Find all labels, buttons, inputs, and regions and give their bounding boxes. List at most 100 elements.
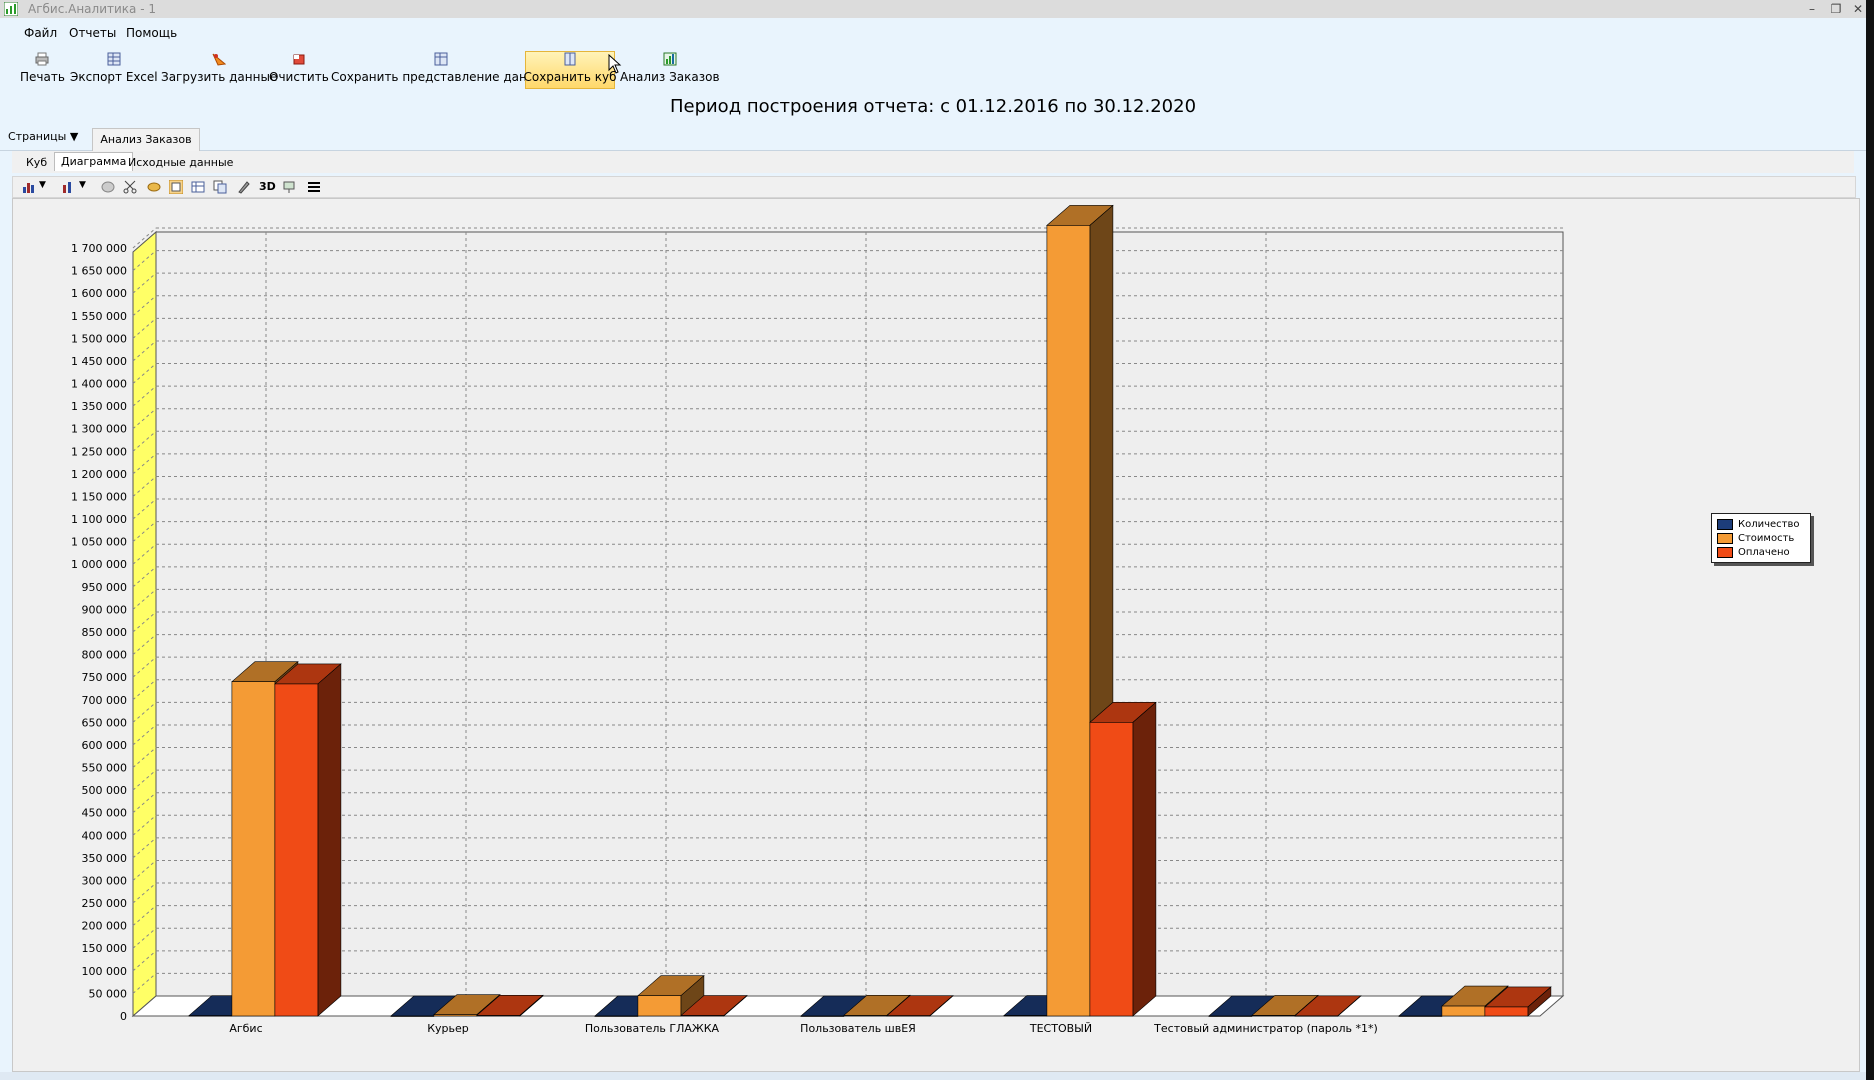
- menu-file[interactable]: Файл: [24, 26, 57, 40]
- cube-icon: [564, 52, 576, 66]
- minimize-icon[interactable]: –: [1802, 0, 1822, 18]
- bar: [433, 1014, 478, 1017]
- y-tick-label: 900 000: [82, 603, 128, 616]
- legend-label: Оплачено: [1738, 546, 1790, 558]
- y-tick-label: 800 000: [82, 649, 128, 662]
- y-tick-label: 850 000: [82, 626, 128, 639]
- x-tick-label: Пользователь ГЛАЖКА: [585, 1022, 720, 1035]
- load-data-label: Загрузить данные: [161, 70, 278, 84]
- y-tick-label: 1 050 000: [71, 536, 127, 549]
- chart-type-dropdown-icon[interactable]: ▼: [39, 180, 53, 194]
- view-subtabs: Куб Диаграмма Исходные данные: [12, 151, 1854, 173]
- palette-icon[interactable]: [101, 180, 115, 194]
- legend-label: Количество: [1738, 518, 1800, 530]
- bar: [1398, 1015, 1443, 1017]
- export-icon[interactable]: [213, 180, 227, 194]
- chart-legend: Количество Стоимость Оплачено: [1711, 513, 1811, 563]
- bar: [231, 681, 276, 1017]
- series-type-icon[interactable]: [61, 180, 75, 194]
- restore-icon[interactable]: ❐: [1826, 0, 1846, 18]
- window-title: Агбис.Аналитика - 1: [28, 2, 156, 16]
- order-analysis-label: Анализ Заказов: [620, 70, 720, 84]
- grid-toggle-icon[interactable]: [169, 180, 183, 194]
- print-button[interactable]: Печать: [20, 52, 65, 88]
- menu-reports[interactable]: Отчеты: [69, 26, 116, 40]
- y-tick-label: 100 000: [82, 965, 128, 978]
- x-tick-label: Пользователь швЕЯ: [800, 1022, 916, 1035]
- y-tick-label: 350 000: [82, 852, 128, 865]
- y-tick-label: 250 000: [82, 897, 128, 910]
- y-tick-label: 1 450 000: [71, 355, 127, 368]
- y-tick-label: 1 100 000: [71, 513, 127, 526]
- save-cube-button[interactable]: Сохранить куб: [523, 51, 617, 89]
- bar: [594, 1015, 639, 1017]
- toggle-3d-button[interactable]: 3D: [259, 180, 277, 194]
- x-tick-label: Агбис: [229, 1022, 262, 1035]
- table-icon[interactable]: [191, 180, 205, 194]
- x-tick-label: ТЕСТОВЫЙ: [1029, 1022, 1092, 1035]
- close-icon[interactable]: ✕: [1848, 0, 1868, 18]
- y-tick-label: 500 000: [82, 784, 128, 797]
- load-data-button[interactable]: Загрузить данные: [161, 52, 277, 88]
- save-cube-label: Сохранить куб: [523, 70, 617, 84]
- plot-back-wall: [155, 231, 1564, 997]
- export-excel-button[interactable]: Экспорт Excel: [70, 52, 158, 88]
- bar: [1294, 1015, 1339, 1017]
- bar: [1046, 225, 1091, 1017]
- y-tick-label: 1 550 000: [71, 310, 127, 323]
- bar: [1251, 1015, 1296, 1017]
- save-view-icon: [434, 52, 448, 66]
- x-tick-label: Тестовый администратор (пароль *1*): [1153, 1022, 1378, 1035]
- eraser-icon: [293, 54, 305, 65]
- y-tick-label: 550 000: [82, 762, 128, 775]
- y-tick-label: 1 650 000: [71, 265, 127, 278]
- legend-toggle-icon[interactable]: [307, 180, 321, 194]
- pages-dropdown[interactable]: Страницы ▼: [8, 130, 78, 143]
- legend-item: Количество: [1717, 518, 1800, 530]
- chart-toolbar: ▼ ▼ 3D: [12, 176, 1856, 198]
- y-tick-label: 300 000: [82, 874, 128, 887]
- print-label: Печать: [20, 70, 65, 84]
- y-tick-label: 1 150 000: [71, 490, 127, 503]
- window-edge: [1866, 0, 1874, 1080]
- tab-order-analysis[interactable]: Анализ Заказов: [92, 128, 200, 151]
- legend-item: Стоимость: [1717, 532, 1794, 544]
- copy-icon[interactable]: [147, 180, 161, 194]
- save-view-label: Сохранить представление данных: [331, 70, 552, 84]
- order-analysis-button[interactable]: Анализ Заказов: [620, 52, 720, 88]
- pages-bar: Страницы ▼ Анализ Заказов: [0, 128, 1866, 151]
- mouse-cursor-icon: [608, 54, 622, 74]
- monitor-icon[interactable]: [283, 180, 297, 194]
- y-tick-label: 650 000: [82, 716, 128, 729]
- y-tick-label: 400 000: [82, 829, 128, 842]
- title-bar: Агбис.Аналитика - 1 – ❐ ✕: [0, 0, 1866, 18]
- menu-help[interactable]: Помощь: [126, 26, 177, 40]
- chart-type-icon[interactable]: [21, 180, 35, 194]
- load-data-icon: [212, 53, 227, 66]
- legend-item: Оплачено: [1717, 546, 1790, 558]
- save-view-button[interactable]: Сохранить представление данных: [331, 52, 551, 88]
- clear-button[interactable]: Очистить: [269, 52, 329, 88]
- y-tick-label: 150 000: [82, 942, 128, 955]
- x-tick-label: Курьер: [427, 1022, 469, 1035]
- bar-side: [1132, 701, 1157, 1017]
- edit-chart-icon[interactable]: [237, 180, 251, 194]
- bar: [637, 995, 682, 1017]
- legend-swatch: [1717, 518, 1733, 530]
- chevron-down-icon: ▼: [69, 130, 79, 143]
- excel-grid-icon: [107, 52, 121, 66]
- bar: [274, 683, 319, 1017]
- bar: [476, 1015, 521, 1017]
- scissors-icon[interactable]: [123, 180, 137, 194]
- app-chart-icon: [4, 2, 18, 16]
- y-tick-label: 750 000: [82, 671, 128, 684]
- bar: [886, 1015, 931, 1017]
- subtab-cube[interactable]: Куб: [20, 154, 53, 172]
- main-toolbar: Печать Экспорт Excel Загрузить данные Оч…: [0, 48, 1866, 89]
- bar: [1208, 1015, 1253, 1017]
- report-period-title: Период построения отчета: с 01.12.2016 п…: [669, 96, 1197, 117]
- status-strip: [0, 1072, 1866, 1080]
- subtab-source-data[interactable]: Исходные данные: [122, 154, 239, 172]
- series-type-dropdown-icon[interactable]: ▼: [79, 180, 93, 194]
- y-tick-label: 1 000 000: [71, 558, 127, 571]
